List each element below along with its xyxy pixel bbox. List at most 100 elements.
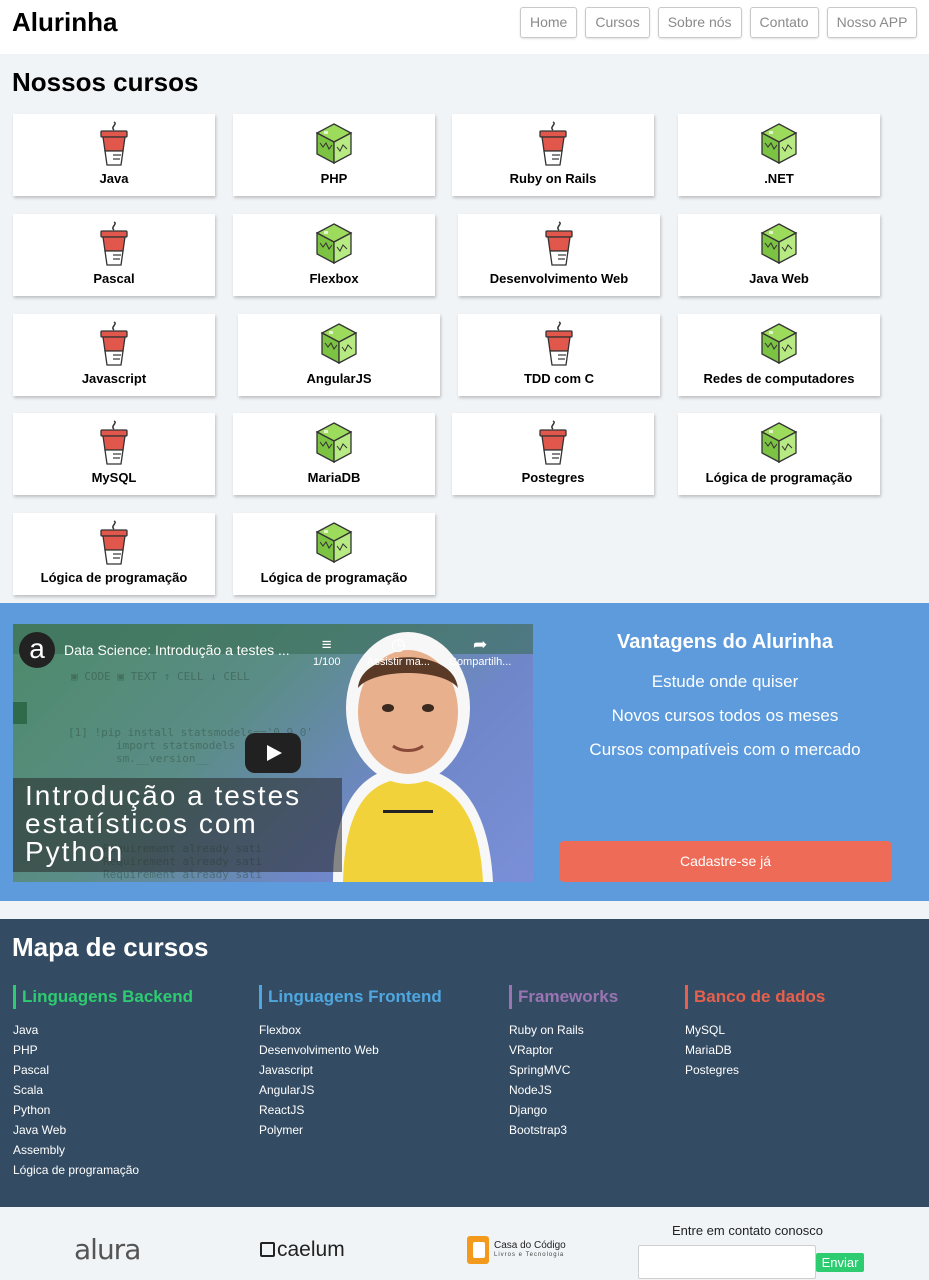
course-map-column-title: Linguagens Backend [13, 985, 193, 1009]
watch-later-control[interactable]: ◷ Assistir ma... [367, 634, 430, 668]
course-card[interactable]: Desenvolvimento Web [458, 214, 660, 296]
cup-icon [533, 121, 573, 167]
course-name: TDD com C [523, 371, 595, 386]
course-map-link[interactable]: Django [509, 1100, 584, 1120]
course-card[interactable]: MariaDB [233, 413, 435, 495]
share-icon: ➦ [473, 635, 488, 654]
course-card[interactable]: Lógica de programação [233, 513, 435, 595]
casa-do-codigo-name: Casa do Código [494, 1240, 566, 1251]
nav-home[interactable]: Home [520, 7, 578, 38]
course-card[interactable]: AngularJS [238, 314, 440, 396]
watch-later-label: Assistir ma... [367, 656, 430, 668]
course-map-list: Ruby on Rails VRaptor SpringMVC NodeJS Djang… [509, 1020, 584, 1140]
course-map-link[interactable]: Polymer [259, 1120, 379, 1140]
nav-sobre[interactable]: Sobre nós [657, 7, 742, 38]
course-name: Lógica de programação [260, 570, 408, 585]
caelum-logo[interactable]: caelum [260, 1238, 345, 1262]
course-map-link[interactable]: Java [13, 1020, 139, 1040]
cube-icon [314, 121, 354, 167]
course-map-link[interactable]: ReactJS [259, 1100, 379, 1120]
channel-logo[interactable]: a [19, 632, 55, 668]
course-map-link[interactable]: NodeJS [509, 1080, 584, 1100]
playlist-count: 1/100 [313, 656, 341, 668]
course-name: Pascal [93, 271, 135, 286]
course-card[interactable]: Javascript [13, 314, 215, 396]
course-map-link[interactable]: Javascript [259, 1060, 379, 1080]
casa-do-codigo-tagline: Livros e Tecnologia [494, 1252, 565, 1258]
course-map-link[interactable]: AngularJS [259, 1080, 379, 1100]
course-map-link[interactable]: Scala [13, 1080, 139, 1100]
course-card[interactable]: Redes de computadores [678, 314, 880, 396]
course-map-link[interactable]: MySQL [685, 1020, 739, 1040]
svg-text:▣ CODE ▣ TEXT ↑ CELL ↓: ▣ CODE ▣ TEXT ↑ CELL ↓ CELL [71, 670, 250, 683]
alura-logo[interactable]: alura [74, 1233, 141, 1266]
course-card[interactable]: Flexbox [233, 214, 435, 296]
clock-icon: ◷ [391, 635, 406, 654]
course-card[interactable]: Postegres [452, 413, 654, 495]
course-card[interactable]: Java [13, 114, 215, 196]
course-name: Lógica de programação [40, 570, 188, 585]
course-map-link[interactable]: Postegres [685, 1060, 739, 1080]
course-map-link[interactable]: VRaptor [509, 1040, 584, 1060]
course-card[interactable]: Ruby on Rails [452, 114, 654, 196]
course-map-link[interactable]: Pascal [13, 1060, 139, 1080]
course-name: Javascript [81, 371, 147, 386]
send-button[interactable]: Enviar [816, 1253, 864, 1272]
course-map-title: Mapa de cursos [12, 932, 209, 962]
course-map-link[interactable]: Desenvolvimento Web [259, 1040, 379, 1060]
advantages-title: Vantagens do Alurinha [617, 631, 833, 653]
course-map-link[interactable]: Lógica de programação [13, 1160, 139, 1180]
cube-icon [314, 420, 354, 466]
course-name: AngularJS [306, 371, 372, 386]
play-button[interactable] [245, 733, 301, 773]
course-map-list: MySQL MariaDB Postegres [685, 1020, 739, 1080]
course-map-link[interactable]: Flexbox [259, 1020, 379, 1040]
course-map-link[interactable]: Ruby on Rails [509, 1020, 584, 1040]
site-logo[interactable]: Alurinha [12, 7, 117, 38]
nav-app[interactable]: Nosso APP [826, 7, 918, 38]
course-map-link[interactable]: PHP [13, 1040, 139, 1060]
course-card[interactable]: Lógica de programação [678, 413, 880, 495]
advantage-item: Cursos compatíveis com o mercado [589, 740, 861, 759]
course-name: Postegres [521, 470, 585, 485]
advantage-item: Estude onde quiser [651, 672, 799, 691]
course-card[interactable]: Pascal [13, 214, 215, 296]
cup-icon [94, 420, 134, 466]
playlist-control[interactable]: ≡ 1/100 [313, 634, 341, 668]
course-card[interactable]: .NET [678, 114, 880, 196]
course-card[interactable]: TDD com C [458, 314, 660, 396]
course-map-link[interactable]: Bootstrap3 [509, 1120, 584, 1140]
share-control[interactable]: ➦ Compartilh... [449, 634, 511, 668]
course-card[interactable]: Lógica de programação [13, 513, 215, 595]
video-player[interactable]: ▣ CODE ▣ TEXT ↑ CELL ↓ CELL [1] !pip ins… [13, 624, 533, 882]
cube-icon [759, 121, 799, 167]
course-map-link[interactable]: MariaDB [685, 1040, 739, 1060]
nav-contato[interactable]: Contato [749, 7, 819, 38]
playlist-icon: ≡ [321, 635, 332, 654]
advantage-item: Novos cursos todos os meses [611, 706, 839, 725]
cup-icon [539, 221, 579, 267]
course-card[interactable]: Java Web [678, 214, 880, 296]
course-card[interactable]: PHP [233, 114, 435, 196]
course-map-column-title: Banco de dados [685, 985, 825, 1009]
contact-input[interactable] [638, 1245, 816, 1279]
cup-icon [539, 321, 579, 367]
video-overlay-text: Introdução a testes estatísticos com Pyt… [25, 780, 302, 867]
nav-cursos[interactable]: Cursos [585, 7, 650, 38]
video-title[interactable]: Data Science: Introdução a testes ... [64, 642, 290, 658]
course-map-link[interactable]: SpringMVC [509, 1060, 584, 1080]
course-map-link[interactable]: Python [13, 1100, 139, 1120]
casa-do-codigo-mark-icon [467, 1236, 489, 1264]
signup-button[interactable]: Cadastre-se já [559, 841, 892, 882]
course-card[interactable]: MySQL [13, 413, 215, 495]
courses-title: Nossos cursos [12, 67, 199, 97]
course-name: MariaDB [307, 470, 361, 485]
main-nav: Home Cursos Sobre nós Contato Nosso APP [520, 7, 925, 38]
course-map-link[interactable]: Assembly [13, 1140, 139, 1160]
cube-icon [759, 221, 799, 267]
course-name: Ruby on Rails [509, 171, 597, 186]
svg-text:sm.__version__: sm.__version__ [116, 752, 209, 765]
course-name: .NET [764, 171, 794, 186]
course-map-link[interactable]: Java Web [13, 1120, 139, 1140]
contact-label: Entre em contato conosco [672, 1223, 824, 1238]
